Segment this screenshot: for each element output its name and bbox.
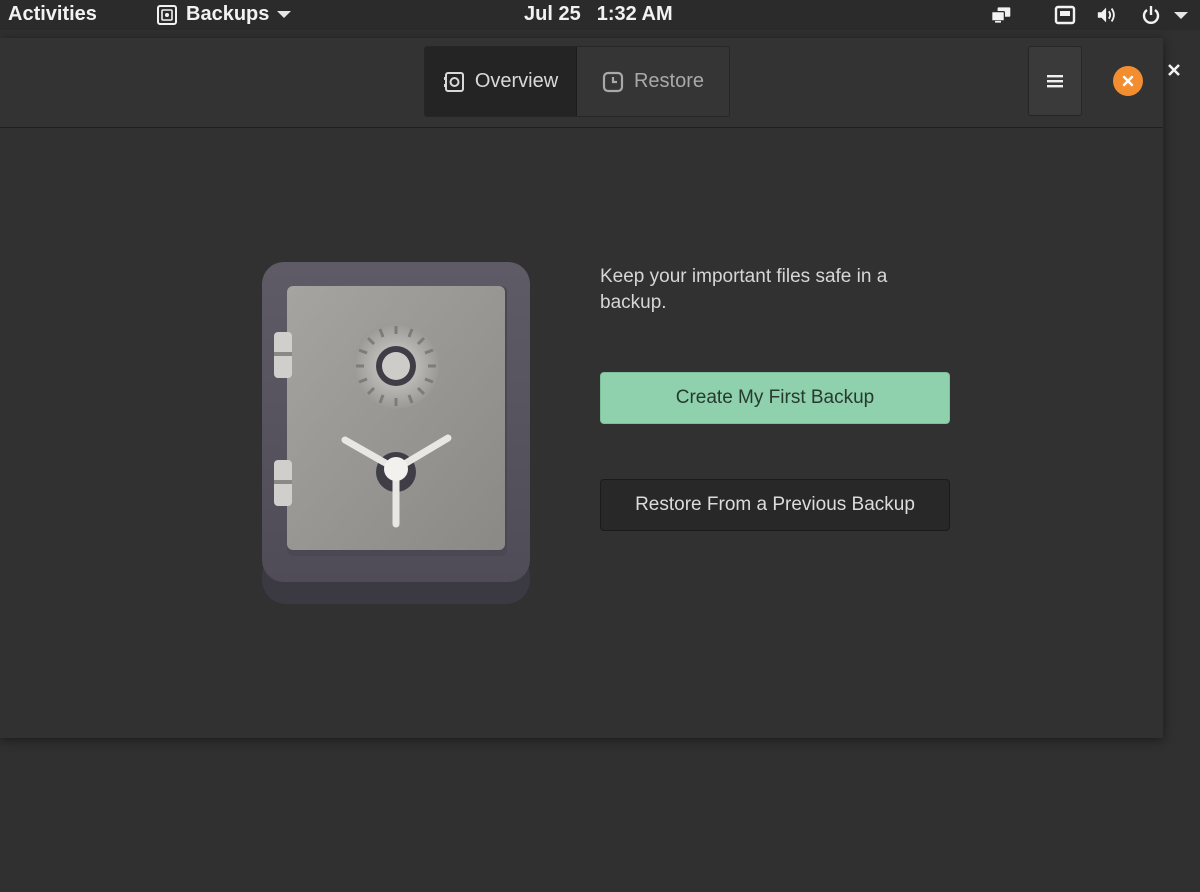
system-tray[interactable] <box>990 4 1188 26</box>
activities-button[interactable]: Activities <box>8 3 97 26</box>
backups-window: Overview Restore Keep your important fil… <box>0 38 1163 738</box>
create-first-backup-button[interactable]: Create My First Backup <box>600 372 950 424</box>
volume-icon[interactable] <box>1096 4 1118 26</box>
restore-previous-backup-button[interactable]: Restore From a Previous Backup <box>600 479 950 531</box>
hamburger-menu-icon <box>1047 75 1063 88</box>
app-menu[interactable]: Backups <box>156 3 292 26</box>
app-menu-label: Backups <box>186 3 270 25</box>
tab-overview-label: Overview <box>474 70 559 92</box>
tab-restore[interactable]: Restore <box>577 47 729 116</box>
tab-restore-label: Restore <box>633 70 705 92</box>
tagline-text: Keep your important files safe in a back… <box>600 266 888 313</box>
safe-icon <box>443 71 464 92</box>
tab-overview[interactable]: Overview <box>425 47 577 116</box>
header-bar: Overview Restore <box>0 38 1163 128</box>
close-icon <box>1122 75 1134 87</box>
power-icon[interactable] <box>1140 4 1162 26</box>
clock[interactable]: Jul 25 1:32 AM <box>524 3 673 26</box>
chevron-down-icon <box>277 11 292 18</box>
top-panel: Activities Backups Jul 25 1:32 AM <box>0 0 1200 30</box>
chevron-down-icon[interactable] <box>1174 11 1188 19</box>
clock-icon <box>602 71 624 92</box>
close-icon[interactable] <box>1166 62 1182 78</box>
clock-time: 1:32 AM <box>596 3 673 25</box>
safe-illustration <box>262 262 530 604</box>
main-menu-button[interactable] <box>1028 46 1082 116</box>
view-switcher: Overview Restore <box>424 46 730 117</box>
network-icon[interactable] <box>990 4 1012 26</box>
ethernet-icon[interactable] <box>1054 4 1076 26</box>
clock-date: Jul 25 <box>524 3 581 25</box>
close-button[interactable] <box>1113 66 1143 96</box>
backups-icon <box>157 4 177 25</box>
